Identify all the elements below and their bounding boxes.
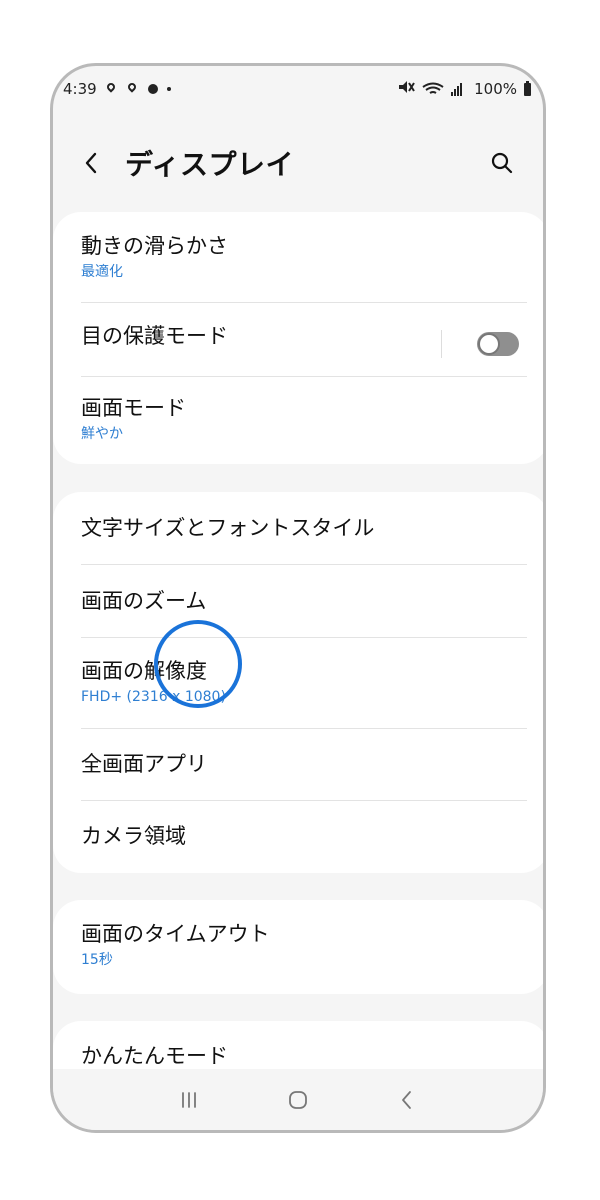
wifi-icon	[422, 82, 444, 96]
page-title: ディスプレイ	[125, 148, 295, 181]
signal-icon	[451, 82, 467, 96]
setting-title: かんたんモード	[81, 1044, 228, 1068]
divider	[81, 564, 527, 565]
setting-full-screen-apps[interactable]: 全画面アプリ	[81, 752, 527, 788]
setting-camera-cutout[interactable]: カメラ領域	[81, 824, 527, 860]
setting-motion-smoothness[interactable]: 動きの滑らかさ 最適化	[81, 234, 527, 300]
divider	[81, 800, 527, 801]
setting-subtitle: 鮮やか	[81, 426, 123, 443]
eye-comfort-toggle[interactable]	[477, 332, 519, 356]
setting-title: 全画面アプリ	[81, 752, 207, 776]
setting-title: 目の保護モード	[81, 324, 228, 348]
divider	[81, 376, 527, 377]
home-icon[interactable]	[280, 1082, 316, 1118]
setting-screen-resolution[interactable]: 画面の解像度 FHD+ (2316 x 1080)	[81, 659, 527, 711]
setting-title: 画面のズーム	[81, 589, 207, 613]
setting-screen-timeout[interactable]: 画面のタイムアウト 15秒	[81, 922, 527, 974]
setting-eye-comfort[interactable]: 目の保護モード	[81, 324, 441, 364]
more-notifications-icon	[166, 87, 171, 91]
status-left: 4:39	[63, 80, 171, 98]
recent-apps-icon[interactable]	[171, 1082, 207, 1118]
divider	[81, 302, 527, 303]
status-time: 4:39	[63, 80, 97, 98]
location-icon	[104, 82, 118, 96]
toggle-knob	[478, 333, 500, 355]
back-icon[interactable]	[81, 146, 115, 180]
status-bar: 4:39 100%	[53, 66, 543, 112]
setting-subtitle: 最適化	[81, 264, 123, 281]
toggle-divider	[441, 330, 442, 358]
setting-subtitle: FHD+ (2316 x 1080)	[81, 689, 226, 706]
search-icon[interactable]	[487, 148, 517, 178]
phone-frame: 4:39 100% ディスプレイ 動きの滑らかさ 最適化 目の保護モード 画面モ…	[50, 63, 546, 1133]
app-notification-icon	[146, 82, 160, 96]
mute-icon	[397, 79, 415, 99]
setting-subtitle: 15秒	[81, 952, 113, 969]
battery-percentage: 100%	[474, 80, 517, 98]
divider	[81, 728, 527, 729]
divider	[81, 637, 527, 638]
app-header: ディスプレイ	[53, 126, 543, 200]
battery-icon	[524, 80, 531, 96]
back-nav-icon[interactable]	[389, 1082, 425, 1118]
eye-comfort-toggle-area	[441, 324, 519, 364]
setting-title: 画面モード	[81, 396, 186, 420]
setting-title: 文字サイズとフォントスタイル	[81, 516, 375, 540]
setting-font-size-style[interactable]: 文字サイズとフォントスタイル	[81, 516, 527, 552]
setting-title: 画面の解像度	[81, 659, 207, 683]
notification-location-icon	[125, 82, 139, 96]
setting-screen-zoom[interactable]: 画面のズーム	[81, 589, 527, 625]
status-right: 100%	[397, 79, 531, 99]
setting-title: 動きの滑らかさ	[81, 234, 228, 258]
setting-title: カメラ領域	[81, 824, 186, 848]
setting-screen-mode[interactable]: 画面モード 鮮やか	[81, 396, 527, 444]
setting-title: 画面のタイムアウト	[81, 922, 270, 946]
navigation-bar	[53, 1069, 543, 1130]
settings-list: 動きの滑らかさ 最適化 目の保護モード 画面モード 鮮やか 文字サイズとフォント…	[53, 210, 543, 1075]
